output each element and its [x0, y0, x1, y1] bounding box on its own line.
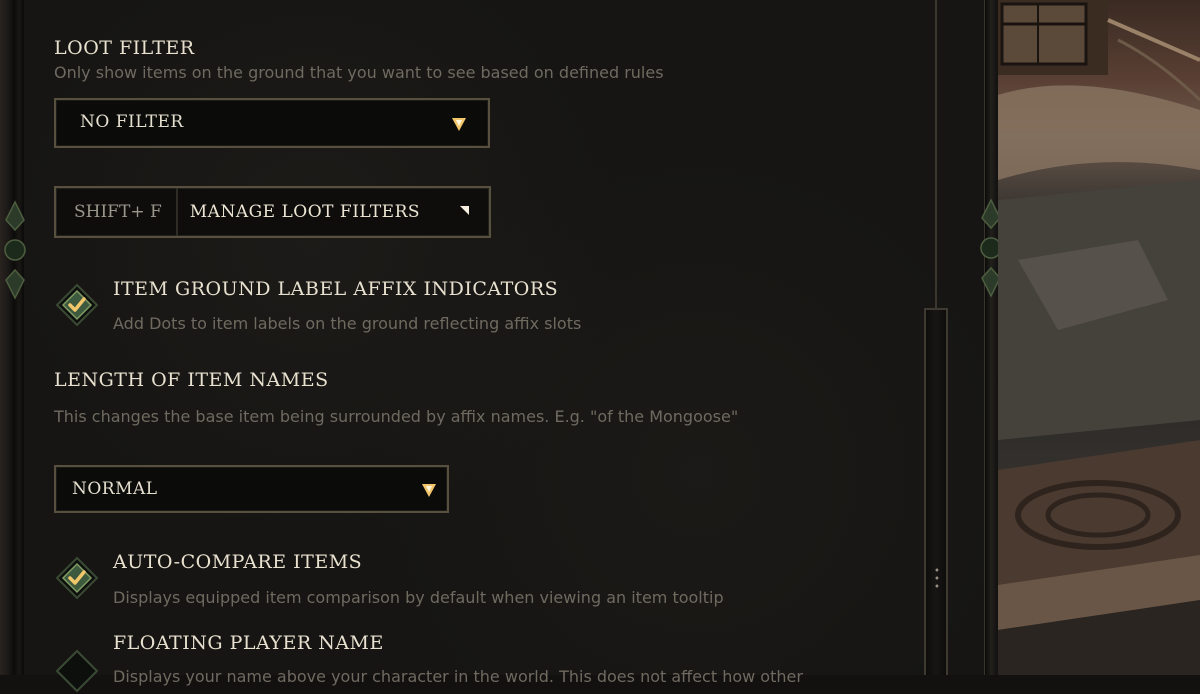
manage-loot-filters-button[interactable]: SHIFT+ F MANAGE LOOT FILTERS	[54, 186, 491, 238]
scrollbar-grip-icon: • • •	[934, 566, 940, 593]
auto-compare-checkbox[interactable]	[54, 555, 100, 601]
loot-filter-selected-value: NO FILTER	[80, 112, 184, 132]
auto-compare-heading: AUTO-COMPARE ITEMS	[113, 551, 363, 573]
frame-ornament-left-icon	[4, 200, 26, 300]
item-names-description: This changes the base item being surroun…	[54, 407, 739, 426]
game-world-background	[998, 0, 1200, 675]
chevron-down-icon	[452, 118, 466, 131]
panel-right-frame	[984, 0, 999, 675]
loot-filter-heading: LOOT FILTER	[54, 37, 195, 59]
affix-indicators-description: Add Dots to item labels on the ground re…	[113, 314, 582, 333]
item-names-dropdown[interactable]: NORMAL	[54, 465, 449, 513]
affix-indicators-checkbox[interactable]	[54, 282, 100, 328]
auto-compare-description: Displays equipped item comparison by def…	[113, 588, 724, 607]
loot-filter-dropdown[interactable]: NO FILTER	[54, 98, 490, 148]
scrollbar-track[interactable]	[935, 0, 937, 310]
keybind-label: SHIFT+ F	[56, 188, 178, 236]
open-window-corner-icon	[460, 206, 469, 215]
left-background-edge	[0, 0, 14, 675]
item-names-selected-value: NORMAL	[72, 479, 158, 499]
manage-loot-filters-label: MANAGE LOOT FILTERS	[189, 202, 421, 222]
floating-name-description: Displays your name above your character …	[113, 667, 803, 686]
scrollbar-thumb[interactable]	[924, 308, 948, 675]
item-names-heading: LENGTH OF ITEM NAMES	[54, 369, 329, 391]
floating-name-checkbox[interactable]	[54, 648, 100, 694]
game-scene-art	[998, 0, 1200, 675]
loot-filter-description: Only show items on the ground that you w…	[54, 63, 664, 82]
floating-name-heading: FLOATING PLAYER NAME	[113, 632, 384, 654]
affix-indicators-heading: ITEM GROUND LABEL AFFIX INDICATORS	[113, 278, 559, 300]
chevron-down-icon	[422, 484, 436, 497]
